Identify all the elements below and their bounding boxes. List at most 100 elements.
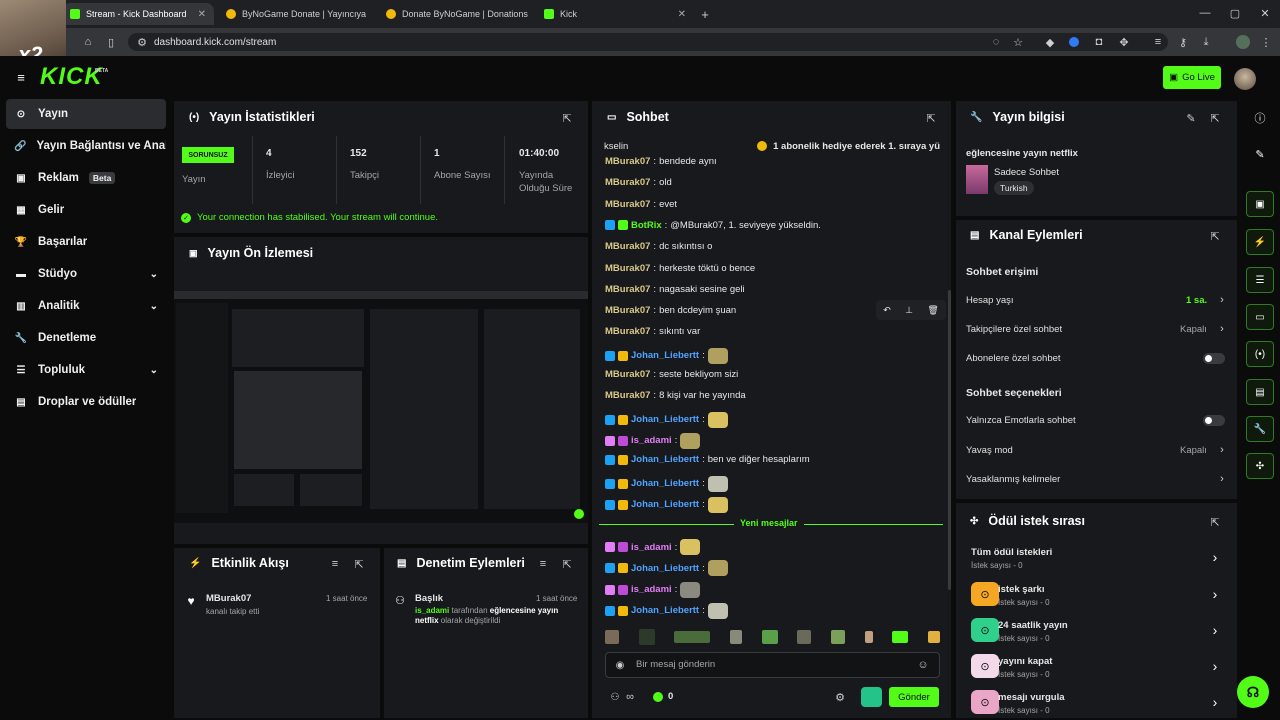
chat-message[interactable]: MBurak07: herkeste töktü o bence [605,263,755,274]
emote-icon[interactable] [830,630,845,644]
filter-icon[interactable]: ≡ [538,558,548,570]
discord-extension-icon[interactable]: ◘ [1093,35,1105,49]
shield-extension-icon[interactable]: ◆ [1044,35,1056,49]
chat-message[interactable]: MBurak07:8 kişi var he yayında [605,390,746,401]
subs-only-toggle[interactable] [1203,353,1225,364]
chat-emote[interactable] [707,475,728,492]
support-chat-button[interactable]: ☊ [1237,676,1269,708]
chevron-right-icon[interactable]: › [1210,586,1220,602]
bot-shortcut-icon[interactable] [861,687,882,707]
chat-message[interactable]: Johan_Liebertt: [605,560,728,577]
chat-username[interactable]: MBurak07 [605,390,650,401]
reply-icon[interactable]: ↶ [883,305,891,316]
close-window-icon[interactable]: ✕ [1258,7,1272,20]
chat-message[interactable]: MBurak07: evet [605,199,677,210]
chat-emote[interactable] [680,539,701,555]
chevron-down-icon[interactable]: ⌄ [150,301,158,312]
chat-username[interactable]: MBurak07 [605,177,650,188]
popout-icon[interactable]: ⇱ [1210,230,1220,243]
sidebar-item-analytics[interactable]: ▥ Analitik ⌄ [6,291,166,321]
chat-username[interactable]: is_adami [631,435,672,446]
chat-message[interactable]: Johan_Liebertt: [605,411,728,428]
tab-search-icon[interactable]: ≡ [1152,35,1164,49]
download-icon[interactable]: ⤓ [1200,35,1212,49]
chevron-right-icon[interactable]: › [1210,694,1220,710]
chat-emote[interactable] [707,347,728,364]
maximize-icon[interactable]: ▢ [1228,7,1242,20]
emoji-icon[interactable]: ☺ [917,658,929,672]
delete-icon[interactable]: 🗑 [927,305,938,316]
chat-message[interactable]: BotRix: @MBurak07, 1. seviyeye yükseldin. [605,220,821,231]
chevron-right-icon[interactable]: › [1210,549,1220,565]
chat-emote[interactable] [707,411,728,428]
browser-menu-icon[interactable]: ⋮ [1261,35,1272,49]
chat-username[interactable]: Johan_Liebertt [631,454,699,465]
chat-username[interactable]: MBurak07 [605,156,650,167]
rail-wrench-button[interactable]: 🔧 [1246,416,1274,442]
chat-message[interactable]: MBurak07: dc sıkıntısı o [605,241,712,252]
chat-message[interactable]: Johan_Liebertt: [605,496,728,513]
chat-message[interactable]: Johan_Liebertt: [605,475,728,492]
emote-icon[interactable] [605,630,619,644]
followers-only-value[interactable]: Kapalı [1180,324,1207,335]
chat-username[interactable]: is_adami [631,542,672,553]
rail-chat-button[interactable]: ▭ [1246,304,1274,330]
sidebar-item-revenue[interactable]: ▦ Gelir [6,195,166,225]
popout-icon[interactable]: ⇱ [1210,516,1220,529]
settings-gear-icon[interactable]: ⚙ [834,690,846,704]
rail-activity-button[interactable]: ⚡ [1246,229,1274,255]
chat-username[interactable]: MBurak07 [605,326,650,337]
stream-preview-video[interactable] [174,291,588,523]
reward-label[interactable]: Tüm ödül istekleri [971,547,1052,558]
chat-username[interactable]: is_adami [631,584,672,595]
sidebar-item-ad[interactable]: ▣ Reklam Beta [6,163,166,193]
tab-bynogame-donations[interactable]: Donate ByNoGame | Donations ✕ [378,3,530,25]
rail-video-button[interactable]: ▣ [1246,191,1274,217]
info-icon[interactable]: ⓘ [1254,110,1266,126]
reward-label[interactable]: mesajı vurgula [998,692,1065,703]
chat-username[interactable]: Johan_Liebertt [631,563,699,574]
chevron-down-icon[interactable]: ⌄ [150,365,158,376]
chat-scrollbar[interactable] [948,290,951,590]
emotes-only-toggle[interactable] [1203,415,1225,426]
popout-icon[interactable]: ⇱ [1210,112,1220,125]
rail-list-button[interactable]: ☰ [1246,267,1274,293]
emote-icon[interactable] [761,630,778,644]
chevron-right-icon[interactable]: › [1218,444,1226,456]
sidebar-item-link[interactable]: 🔗 Yayın Bağlantısı ve Anahta [6,131,166,161]
chevron-down-icon[interactable]: ⌄ [150,269,158,280]
chat-username[interactable]: Johan_Liebertt [631,499,699,510]
sidebar-item-community[interactable]: ☰ Topluluk ⌄ [6,355,166,385]
emote-icon[interactable] [729,630,742,644]
chat-username[interactable]: MBurak07 [605,263,650,274]
close-tab-icon[interactable]: ✕ [678,9,686,20]
chat-message[interactable]: is_adami: [605,432,701,449]
go-live-button[interactable]: ▣ Go Live [1163,66,1221,89]
extensions-puzzle-icon[interactable]: ✥ [1118,35,1130,49]
eye-off-icon[interactable]: ◌ [990,35,1002,49]
popout-icon[interactable]: ⇱ [562,558,572,571]
minimize-icon[interactable]: — [1198,7,1212,19]
chevron-right-icon[interactable]: › [1218,323,1226,335]
tab-kick[interactable]: Kick ✕ [536,3,694,25]
send-button[interactable]: Gönder [889,687,939,707]
chat-username[interactable]: MBurak07 [605,369,650,380]
sidebar-item-studio[interactable]: ▬ Stüdyo ⌄ [6,259,166,289]
profile-avatar[interactable] [1236,35,1250,49]
chevron-right-icon[interactable]: › [1210,622,1220,638]
chat-username[interactable]: BotRix [631,220,662,231]
sidebar-item-wrench[interactable]: 🔧 Denetleme [6,323,166,353]
chat-emote[interactable] [707,602,728,619]
chat-username[interactable]: Johan_Liebertt [631,605,699,616]
emote-icon[interactable] [892,631,909,643]
chat-message[interactable]: Johan_Liebertt: [605,602,728,619]
rail-document-button[interactable]: ▤ [1246,379,1274,405]
chevron-right-icon[interactable]: › [1218,294,1226,306]
sidebar-item-gift[interactable]: ▤ Droplar ve ödüller [6,387,166,417]
user-avatar[interactable] [1234,68,1256,90]
sidebar-item-trophy[interactable]: 🏆 Başarılar [6,227,166,257]
chat-message[interactable]: MBurak07: ben dcdeyim şuan [605,305,736,316]
chat-username[interactable]: Johan_Liebertt [631,414,699,425]
emote-icon[interactable] [797,630,812,644]
reward-label[interactable]: yayını kapat [998,656,1052,667]
